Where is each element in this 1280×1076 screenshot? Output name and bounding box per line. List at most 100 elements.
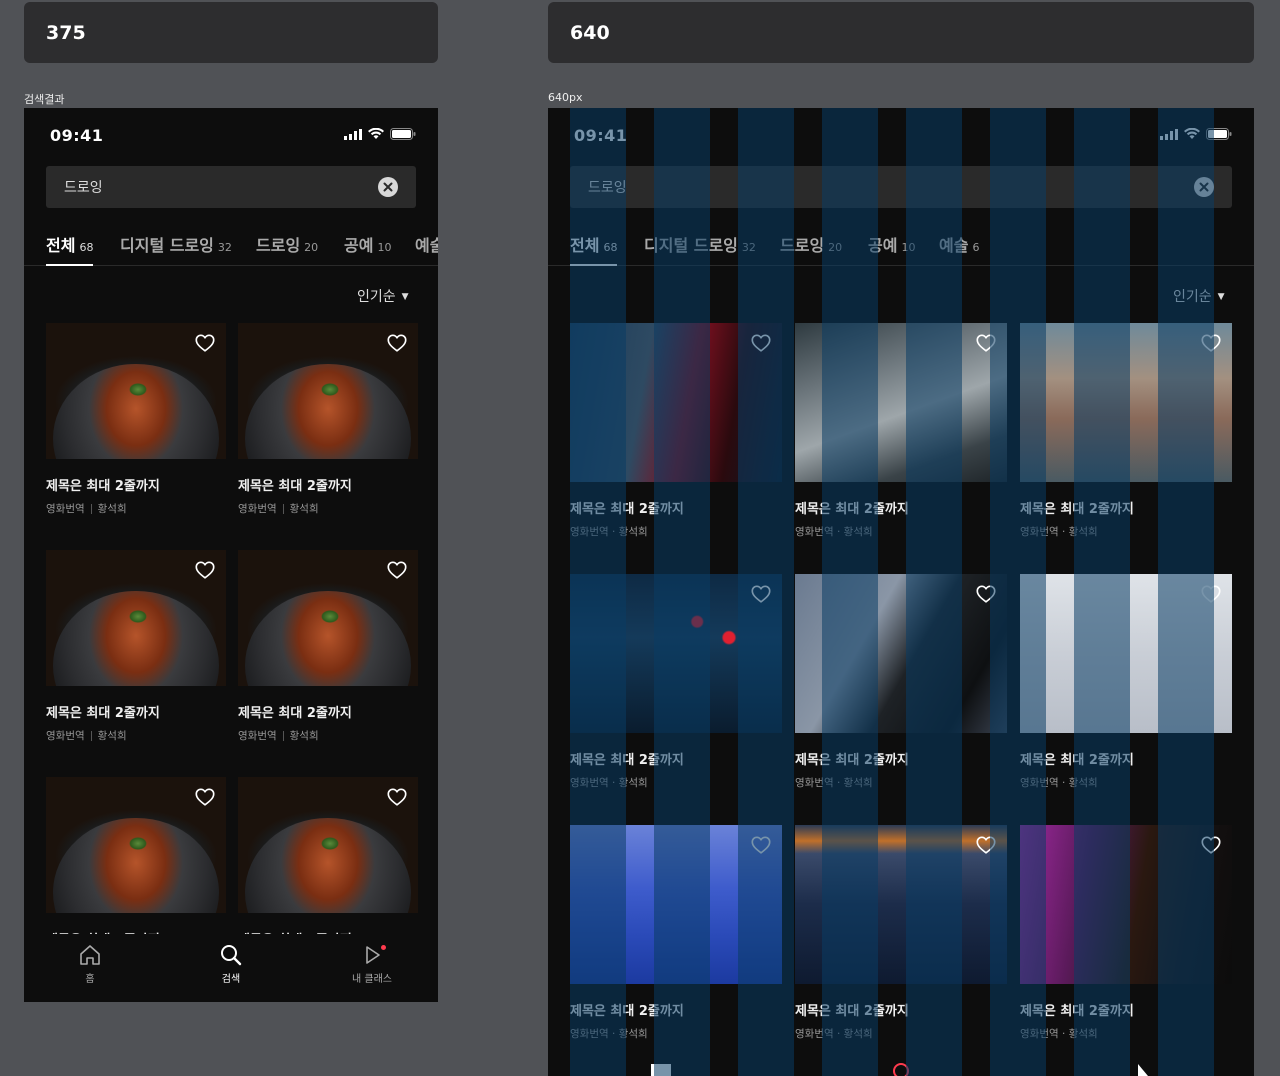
heart-icon[interactable] bbox=[975, 332, 997, 354]
card-meta: 영화번역 · 황석희 bbox=[795, 777, 873, 789]
nav-my-class[interactable]: 내 클래스 bbox=[342, 944, 402, 985]
frame-label-640: 640px bbox=[548, 91, 583, 104]
home-icon[interactable] bbox=[648, 1062, 674, 1076]
search-icon bbox=[221, 945, 242, 966]
clear-icon[interactable] bbox=[1194, 177, 1214, 197]
tab-digital-drawing[interactable]: 디지털 드로잉 32 bbox=[120, 232, 232, 266]
card-title: 제목은 최대 2줄까지 bbox=[795, 1004, 909, 1019]
battery-icon bbox=[390, 128, 416, 140]
class-card[interactable]: 제목은 최대 2줄까지영화번역 · 황석희 bbox=[795, 574, 1007, 793]
card-title: 제목은 최대 2줄까지 bbox=[238, 706, 352, 721]
class-card[interactable]: 제목은 최대 2줄까지 영화번역 · 황석희 bbox=[570, 323, 782, 542]
heart-icon[interactable] bbox=[1200, 834, 1222, 856]
frame-header-375: 375 bbox=[24, 2, 438, 63]
notification-dot bbox=[381, 945, 386, 950]
meta-divider bbox=[90, 731, 92, 741]
heart-icon[interactable] bbox=[1200, 583, 1222, 605]
status-bar: 09:41 bbox=[548, 108, 1254, 162]
wifi-icon bbox=[1184, 128, 1200, 139]
card-author: 황석희 bbox=[289, 503, 319, 515]
bottom-nav bbox=[548, 1052, 1254, 1076]
nav-home[interactable]: 홈 bbox=[60, 944, 120, 985]
class-card[interactable]: 제목은 최대 2줄까지영화번역 · 황석희 bbox=[1020, 574, 1232, 793]
class-card[interactable]: 제목은 최대 2줄까지영화번역 · 황석희 bbox=[1020, 825, 1232, 1044]
sort-dropdown[interactable]: 인기순 ▼ bbox=[357, 286, 409, 306]
heart-icon[interactable] bbox=[975, 583, 997, 605]
battery-icon bbox=[1206, 128, 1232, 140]
mobile-screen-375: 09:41 드로잉 전체 68 디지털 드로잉 32 드로잉 20 공예 10 예술 인… bbox=[24, 108, 438, 1002]
class-card[interactable]: 제목은 최대 2줄까지영화번역 · 황석희 bbox=[1020, 323, 1232, 542]
card-meta: 영화번역 · 황석희 bbox=[570, 526, 648, 538]
clear-icon[interactable] bbox=[378, 177, 398, 197]
card-title: 제목은 최대 2줄까지 bbox=[46, 479, 160, 494]
status-icons bbox=[344, 128, 416, 140]
heart-icon[interactable] bbox=[750, 332, 772, 354]
tab-drawing[interactable]: 드로잉 20 bbox=[780, 232, 842, 266]
heart-icon[interactable] bbox=[1200, 332, 1222, 354]
heart-icon[interactable] bbox=[386, 332, 408, 354]
heart-icon[interactable] bbox=[975, 834, 997, 856]
class-card[interactable]: 제목은 최대 2줄까지 영화번역 · 황석희 bbox=[795, 323, 1007, 542]
card-category: 영화번역 bbox=[238, 730, 277, 742]
frame-label-375: 검색결과 bbox=[24, 93, 65, 106]
card-meta: 영화번역 황석희 bbox=[238, 728, 319, 743]
class-card[interactable]: 제목은 최대 2줄까지 영화번역 황석희 bbox=[46, 550, 226, 746]
tab-art[interactable]: 예술 6 bbox=[939, 232, 979, 266]
meta-divider bbox=[282, 504, 284, 514]
class-card[interactable]: 제목은 최대 2줄까지영화번역 황석희 bbox=[238, 550, 418, 746]
heart-icon[interactable] bbox=[386, 559, 408, 581]
sort-dropdown[interactable]: 인기순 ▼ bbox=[1173, 286, 1225, 306]
status-icons bbox=[1160, 128, 1232, 140]
class-card[interactable]: 제목은 최대 2줄까지영화번역 황석희 bbox=[238, 323, 418, 519]
search-query: 드로잉 bbox=[588, 180, 627, 196]
tablet-screen-640: 09:41 드로잉 전체 68 디지털 드로잉 32 드로잉 20 공예 10 예술 6 … bbox=[548, 108, 1254, 1076]
card-title: 제목은 최대 2줄까지 bbox=[795, 753, 909, 768]
tab-all[interactable]: 전체 68 bbox=[570, 232, 618, 266]
class-card[interactable]: 제목은 최대 2줄까지영화번역 · 황석희 bbox=[795, 825, 1007, 1044]
play-icon[interactable] bbox=[1130, 1062, 1156, 1076]
status-time: 09:41 bbox=[50, 126, 104, 145]
heart-icon[interactable] bbox=[194, 786, 216, 808]
tab-art[interactable]: 예술 bbox=[415, 232, 438, 266]
category-tabs: 전체 68 디지털 드로잉 32 드로잉 20 공예 10 예술 6 bbox=[548, 226, 1254, 266]
card-meta: 영화번역 · 황석희 bbox=[570, 777, 648, 789]
card-author: 황석희 bbox=[97, 730, 127, 742]
card-meta: 영화번역 · 황석희 bbox=[795, 1028, 873, 1040]
card-title: 제목은 최대 2줄까지 bbox=[1020, 502, 1134, 517]
card-meta: 영화번역 · 황석희 bbox=[795, 526, 873, 538]
card-meta: 영화번역 · 황석희 bbox=[1020, 526, 1098, 538]
nav-search[interactable]: 검색 bbox=[201, 944, 261, 985]
search-input[interactable]: 드로잉 bbox=[570, 166, 1232, 208]
card-category: 영화번역 bbox=[46, 503, 85, 515]
class-card[interactable]: 제목은 최대 2줄까지영화번역 황석희 bbox=[46, 323, 226, 519]
tab-drawing[interactable]: 드로잉 20 bbox=[256, 232, 318, 266]
heart-icon[interactable] bbox=[194, 332, 216, 354]
card-author: 황석희 bbox=[289, 730, 319, 742]
card-category: 영화번역 bbox=[238, 503, 277, 515]
category-tabs: 전체 68 디지털 드로잉 32 드로잉 20 공예 10 예술 bbox=[24, 226, 438, 266]
card-title: 제목은 최대 2줄까지 bbox=[1020, 1004, 1134, 1019]
heart-icon[interactable] bbox=[750, 583, 772, 605]
class-card[interactable]: 제목은 최대 2줄까지 영화번역 · 황석희 bbox=[570, 574, 782, 793]
card-meta: 영화번역 · 황석희 bbox=[1020, 1028, 1098, 1040]
heart-icon[interactable] bbox=[750, 834, 772, 856]
caret-down-icon: ▼ bbox=[1217, 292, 1225, 302]
status-bar: 09:41 bbox=[24, 108, 438, 162]
heart-icon[interactable] bbox=[386, 786, 408, 808]
card-meta: 영화번역 황석희 bbox=[238, 501, 319, 516]
tab-all[interactable]: 전체 68 bbox=[46, 232, 94, 266]
tab-craft[interactable]: 공예 10 bbox=[344, 232, 391, 266]
tab-craft[interactable]: 공예 10 bbox=[868, 232, 915, 266]
card-author: 황석희 bbox=[97, 503, 127, 515]
search-input[interactable]: 드로잉 bbox=[46, 166, 416, 208]
signal-icon bbox=[344, 128, 362, 140]
card-meta: 영화번역 · 황석희 bbox=[1020, 777, 1098, 789]
class-card[interactable]: 제목은 최대 2줄까지 영화번역 · 황석희 bbox=[570, 825, 782, 1044]
card-meta: 영화번역 황석희 bbox=[46, 728, 127, 743]
card-category: 영화번역 bbox=[46, 730, 85, 742]
tab-digital-drawing[interactable]: 디지털 드로잉 32 bbox=[644, 232, 756, 266]
heart-icon[interactable] bbox=[194, 559, 216, 581]
card-title: 제목은 최대 2줄까지 bbox=[238, 479, 352, 494]
card-title: 제목은 최대 2줄까지 bbox=[1020, 753, 1134, 768]
search-icon[interactable] bbox=[888, 1062, 914, 1076]
